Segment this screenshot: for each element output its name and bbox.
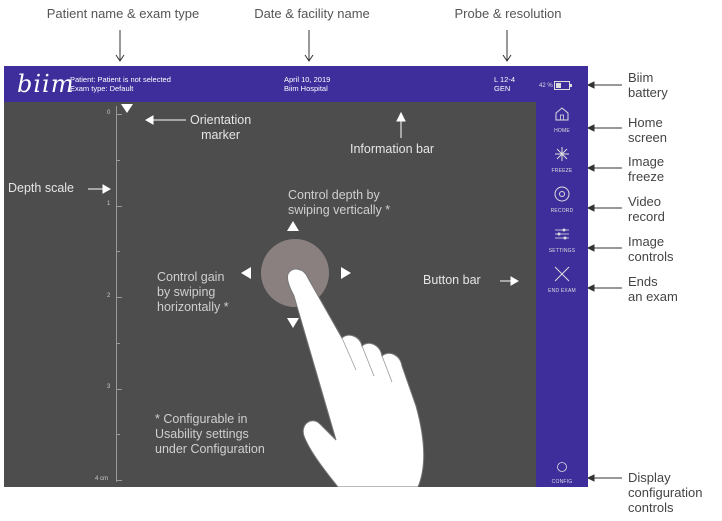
gain-hint-line1: Control gain <box>157 270 225 284</box>
gesture-illustration <box>241 221 425 487</box>
callout-orientation: Orientation marker <box>190 113 251 143</box>
arrow-right-icon <box>341 267 351 279</box>
callout-display-line2: configuration <box>628 485 703 500</box>
callout-depth-scale: Depth scale <box>8 181 75 195</box>
callout-home: Home screen <box>628 115 667 145</box>
callout-battery-line2: battery <box>628 85 668 100</box>
callout-controls: Image controls <box>628 234 674 264</box>
arrow-down-icon <box>287 318 299 328</box>
depth-hint-line1: Control depth by <box>288 188 380 202</box>
callout-freeze-line1: Image <box>628 154 665 169</box>
callout-end-line1: Ends <box>628 274 658 289</box>
arrow-up-icon <box>287 221 299 231</box>
gain-hint-line3: horizontally * <box>157 300 229 314</box>
callout-record-line2: record <box>628 209 665 224</box>
callout-home-line1: Home <box>628 115 663 130</box>
hand-icon <box>287 268 425 487</box>
arrow-left-icon <box>241 267 251 279</box>
callout-battery-line1: Biim <box>628 70 654 85</box>
callout-orientation-line2: marker <box>201 128 241 142</box>
callout-freeze: Image freeze <box>628 154 664 184</box>
callout-record: Video record <box>628 194 665 224</box>
gain-hint-line2: by swiping <box>157 285 216 299</box>
callout-display: Display configuration controls <box>628 470 702 515</box>
gain-hint: Control gain by swiping horizontally * <box>157 270 229 315</box>
callout-display-line3: controls <box>628 500 674 515</box>
callout-record-line1: Video <box>628 194 662 209</box>
callout-end-line2: an exam <box>628 289 678 304</box>
callout-home-line2: screen <box>628 130 668 145</box>
callout-display-line1: Display <box>628 470 671 485</box>
callout-controls-line2: controls <box>628 249 674 264</box>
callout-information-bar: Information bar <box>350 142 435 156</box>
callout-orientation-line1: Orientation <box>190 113 252 127</box>
callout-freeze-line2: freeze <box>628 169 665 184</box>
callout-battery: Biim battery <box>628 70 668 100</box>
callout-controls-line1: Image <box>628 234 665 249</box>
callout-end: Ends an exam <box>628 274 678 304</box>
